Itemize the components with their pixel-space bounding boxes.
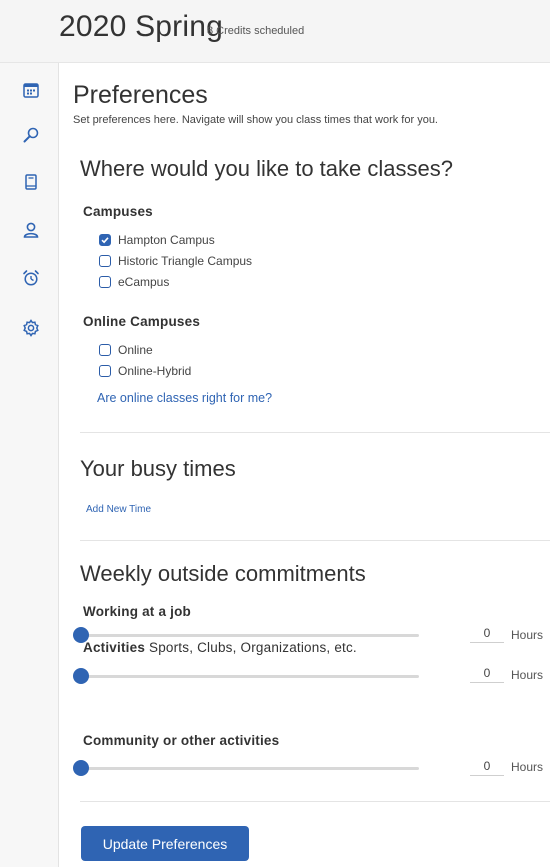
commitment-label-job: Working at a job — [83, 604, 191, 619]
activities-hours-input[interactable] — [470, 664, 504, 683]
location-heading: Where would you like to take classes? — [80, 156, 453, 181]
checkbox[interactable] — [99, 365, 111, 377]
online-option-hybrid[interactable]: Online-Hybrid — [99, 363, 191, 379]
slider-thumb[interactable] — [73, 760, 89, 776]
divider — [80, 540, 550, 541]
hours-unit-label: Hours — [511, 668, 544, 682]
preferences-panel: Preferences Set preferences here. Naviga… — [59, 63, 550, 867]
search-icon[interactable] — [22, 126, 40, 144]
job-hours-slider[interactable] — [73, 627, 419, 643]
online-campuses-heading: Online Campuses — [83, 314, 201, 329]
hours-unit-label: Hours — [511, 760, 544, 774]
calendar-icon[interactable] — [22, 81, 40, 99]
page-title: Preferences — [73, 81, 208, 109]
commitment-label-detail: Sports, Clubs, Organizations, etc. — [148, 640, 357, 655]
checkbox[interactable] — [99, 255, 111, 267]
commitment-label-bold: Activities — [83, 640, 146, 655]
activities-hours-slider[interactable] — [73, 668, 419, 684]
divider — [80, 801, 550, 802]
credits-scheduled: 8 Credits scheduled — [207, 25, 305, 37]
online-classes-info-link[interactable]: Are online classes right for me? — [97, 391, 272, 405]
book-icon[interactable] — [22, 173, 40, 191]
term-header: 2020 Spring 8 Credits scheduled — [0, 0, 550, 63]
gear-icon[interactable] — [22, 319, 40, 337]
divider — [80, 432, 550, 433]
sidebar-nav — [0, 63, 59, 867]
commitment-label-community: Community or other activities — [83, 733, 279, 748]
alarm-clock-icon[interactable] — [22, 269, 40, 287]
update-preferences-button[interactable]: Update Preferences — [81, 826, 249, 861]
online-label: Online-Hybrid — [118, 364, 192, 378]
campus-option-hampton[interactable]: Hampton Campus — [99, 232, 215, 248]
job-hours-input[interactable] — [470, 624, 504, 643]
user-icon[interactable] — [22, 221, 40, 239]
checkbox-checked[interactable] — [99, 234, 111, 246]
commitment-label-activities: Activities Sports, Clubs, Organizations,… — [83, 640, 357, 655]
term-title: 2020 Spring — [59, 10, 223, 43]
commitments-heading: Weekly outside commitments — [80, 561, 366, 586]
online-label: Online — [118, 343, 153, 357]
slider-thumb[interactable] — [73, 668, 89, 684]
page-subtitle: Set preferences here. Navigate will show… — [73, 114, 438, 126]
commitment-label-bold: Working at a job — [83, 604, 191, 619]
hours-unit-label: Hours — [511, 628, 544, 642]
online-option-online[interactable]: Online — [99, 342, 153, 358]
community-hours-slider[interactable] — [73, 760, 419, 776]
commitment-label-bold: Community or other activities — [83, 733, 280, 748]
busy-times-heading: Your busy times — [80, 456, 236, 481]
checkbox[interactable] — [99, 276, 111, 288]
campuses-heading: Campuses — [83, 204, 153, 219]
community-hours-input[interactable] — [470, 757, 504, 776]
campus-option-ecampus[interactable]: eCampus — [99, 274, 169, 290]
campus-label: eCampus — [118, 275, 170, 289]
add-new-time-link[interactable]: Add New Time — [86, 504, 151, 515]
campus-label: Hampton Campus — [118, 233, 215, 247]
campus-label: Historic Triangle Campus — [118, 254, 253, 268]
checkbox[interactable] — [99, 344, 111, 356]
campus-option-historic-triangle[interactable]: Historic Triangle Campus — [99, 253, 252, 269]
